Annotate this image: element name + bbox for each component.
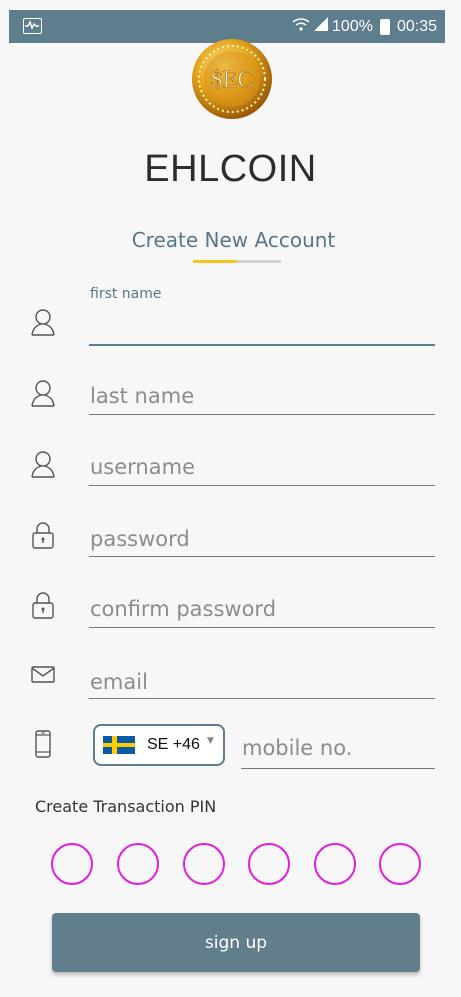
email-underline xyxy=(89,698,435,699)
first-name-field[interactable] xyxy=(0,300,461,360)
mobile-placeholder: mobile no. xyxy=(242,736,353,760)
pin-digit-4[interactable] xyxy=(248,843,290,885)
brand-name: EHLCOIN xyxy=(144,148,317,190)
confirm-password-underline xyxy=(89,627,435,628)
battery-level: 100% xyxy=(332,17,373,35)
step-indicator-inactive xyxy=(237,260,281,263)
pin-digit-5[interactable] xyxy=(314,843,356,885)
user-icon xyxy=(30,450,56,478)
lock-icon xyxy=(30,522,56,550)
pin-digit-2[interactable] xyxy=(117,843,159,885)
password-placeholder: password xyxy=(90,527,190,551)
password-underline xyxy=(89,556,435,557)
last-name-field[interactable]: last name xyxy=(0,375,461,435)
clock: 00:35 xyxy=(396,17,437,35)
battery-icon xyxy=(379,18,390,35)
user-icon xyxy=(30,379,56,407)
status-right: 100% 00:35 xyxy=(292,17,437,36)
pin-digit-3[interactable] xyxy=(183,843,225,885)
lock-icon xyxy=(30,592,56,620)
pin-inputs xyxy=(51,843,426,887)
logo-text: $EC xyxy=(211,67,254,93)
mail-icon xyxy=(30,665,56,693)
mobile-number-field[interactable]: mobile no. xyxy=(152,734,452,794)
email-placeholder: email xyxy=(90,670,148,694)
pin-digit-6[interactable] xyxy=(379,843,421,885)
wifi-icon xyxy=(292,17,310,36)
first-name-underline xyxy=(89,344,435,346)
signal-icon xyxy=(314,17,329,36)
step-indicator-active xyxy=(193,260,237,263)
user-icon xyxy=(30,308,56,336)
last-name-underline xyxy=(89,414,435,415)
confirm-password-placeholder: confirm password xyxy=(90,597,277,621)
username-placeholder: username xyxy=(90,455,195,479)
pin-digit-1[interactable] xyxy=(51,843,93,885)
password-field[interactable]: password xyxy=(0,518,461,578)
username-field[interactable]: username xyxy=(0,446,461,506)
phone-icon xyxy=(34,730,52,762)
mobile-underline xyxy=(241,768,435,769)
page-title: Create New Account xyxy=(131,228,336,252)
signup-button[interactable]: sign up xyxy=(52,913,420,972)
pin-title: Create Transaction PIN xyxy=(35,797,217,816)
username-underline xyxy=(89,485,435,486)
coin-logo: $EC xyxy=(191,38,273,120)
confirm-password-field[interactable]: confirm password xyxy=(0,588,461,648)
email-field[interactable]: email xyxy=(0,661,461,721)
activity-icon xyxy=(23,18,42,34)
sweden-flag-icon xyxy=(103,736,135,754)
last-name-placeholder: last name xyxy=(90,384,195,408)
